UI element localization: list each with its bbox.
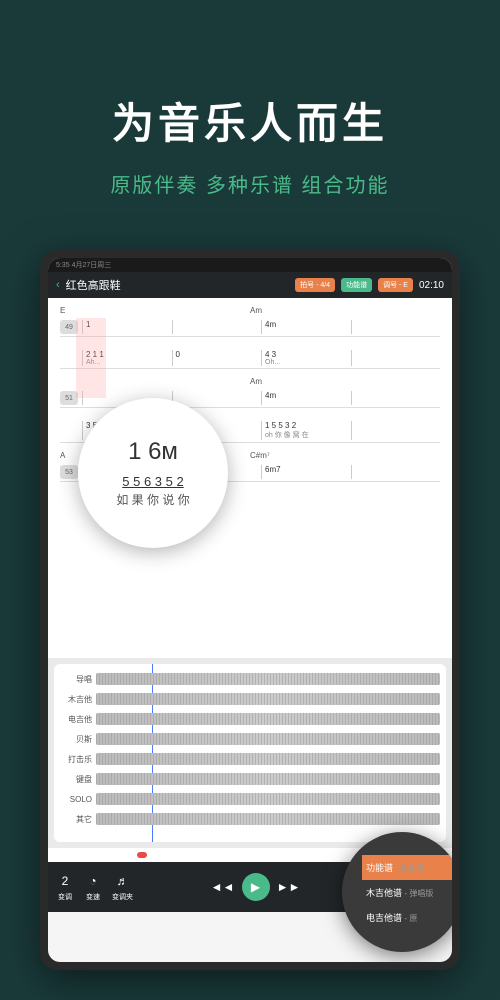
- hero-title: 为音乐人而生: [0, 90, 500, 151]
- badge-time-sig[interactable]: 拍号 - 4/4: [295, 278, 335, 292]
- track-row[interactable]: 电吉他: [60, 710, 440, 728]
- track-row[interactable]: 贝斯: [60, 730, 440, 748]
- capo-icon: ♬: [114, 872, 132, 890]
- waveform[interactable]: [96, 673, 440, 685]
- prev-button[interactable]: ◄◄: [214, 878, 232, 896]
- waveform[interactable]: [96, 733, 440, 745]
- track-label: 电吉他: [60, 714, 96, 725]
- zoom-lyrics: 如 果 你 说 你: [116, 491, 189, 508]
- sheet-music[interactable]: EAm4914m2 1 1Ah...04 3Oh...Am514m3 5·0 1…: [48, 298, 452, 658]
- tablet-frame: 5:35 4月27日周三 ‹ 红色高跟鞋 拍号 - 4/4 功能谱 调号 - E…: [40, 250, 460, 970]
- track-label: 导唱: [60, 674, 96, 685]
- popup-item[interactable]: 木吉他谱 - 弹唱版: [362, 880, 452, 905]
- zoom-notation-2: 5 5 6 3 5 2: [122, 474, 183, 489]
- gauge-icon: ◔: [84, 872, 102, 890]
- waveform[interactable]: [96, 793, 440, 805]
- next-button[interactable]: ►►: [280, 878, 298, 896]
- track-row[interactable]: SOLO: [60, 790, 440, 808]
- playback-highlight: [76, 318, 106, 398]
- score-popup: 功能谱 - 和弦版木吉他谱 - 弹唱版电吉他谱 - 原: [342, 832, 452, 952]
- play-button[interactable]: ▶: [242, 873, 270, 901]
- track-row[interactable]: 打击乐: [60, 750, 440, 768]
- track-row[interactable]: 键盘: [60, 770, 440, 788]
- track-row[interactable]: 其它: [60, 810, 440, 828]
- app-header: ‹ 红色高跟鞋 拍号 - 4/4 功能谱 调号 - E 02:10: [48, 272, 452, 298]
- waveform[interactable]: [96, 693, 440, 705]
- badge-score-type[interactable]: 功能谱: [341, 278, 372, 292]
- track-label: 打击乐: [60, 754, 96, 765]
- zoom-notation-1: 1 6м: [128, 438, 178, 466]
- transpose-control[interactable]: 2 变调: [56, 872, 74, 902]
- back-button[interactable]: ‹: [56, 279, 60, 291]
- speed-control[interactable]: ◔ 变速: [84, 872, 102, 902]
- track-label: 键盘: [60, 774, 96, 785]
- waveform[interactable]: [96, 813, 440, 825]
- scrub-handle[interactable]: [137, 852, 147, 858]
- waveform[interactable]: [96, 773, 440, 785]
- popup-item[interactable]: 电吉他谱 - 原: [362, 905, 452, 930]
- track-row[interactable]: 导唱: [60, 670, 440, 688]
- badge-key[interactable]: 调号 - E: [378, 278, 413, 292]
- waveform[interactable]: [96, 753, 440, 765]
- track-label: 其它: [60, 814, 96, 825]
- hero-subtitle: 原版伴奏 多种乐谱 组合功能: [0, 169, 500, 198]
- capo-control[interactable]: ♬ 变调夹: [112, 872, 133, 902]
- track-label: 贝斯: [60, 734, 96, 745]
- duration: 02:10: [419, 280, 444, 291]
- track-row[interactable]: 木吉他: [60, 690, 440, 708]
- zoom-lens: 1 6м 5 5 6 3 5 2 如 果 你 说 你: [78, 398, 228, 548]
- track-panel: 导唱木吉他电吉他贝斯打击乐键盘 SOLO 其它: [48, 658, 452, 848]
- waveform[interactable]: [96, 713, 440, 725]
- track-label: SOLO: [60, 795, 96, 804]
- song-title: 红色高跟鞋: [66, 277, 289, 293]
- screen: 5:35 4月27日周三 ‹ 红色高跟鞋 拍号 - 4/4 功能谱 调号 - E…: [48, 258, 452, 962]
- track-label: 木吉他: [60, 694, 96, 705]
- popup-item[interactable]: 功能谱 - 和弦版: [362, 855, 452, 880]
- statusbar: 5:35 4月27日周三: [48, 258, 452, 272]
